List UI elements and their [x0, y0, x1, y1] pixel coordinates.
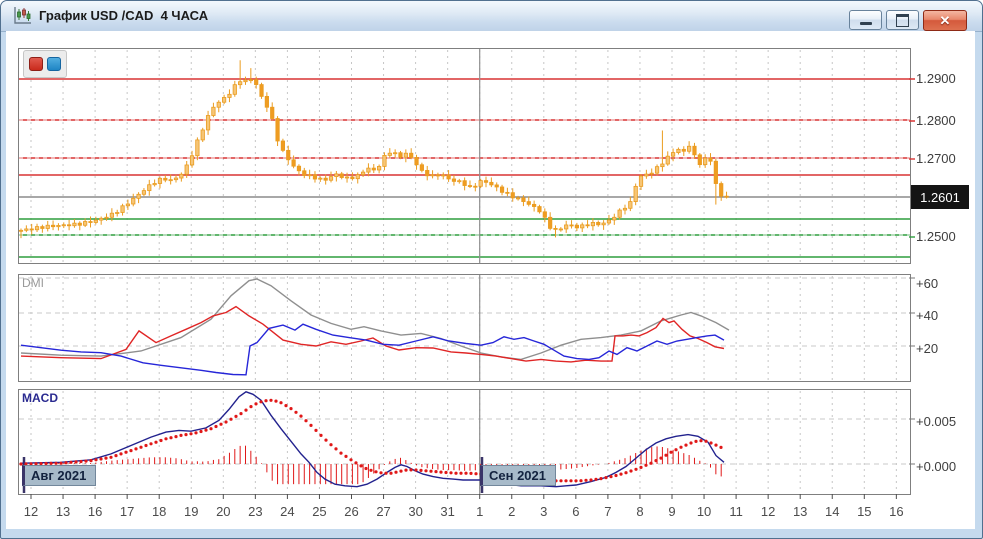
current-price-badge: 1.2601 [911, 185, 969, 209]
close-button[interactable]: ✕ [923, 10, 967, 31]
price-axis-label: 1.2500 [916, 229, 956, 244]
blue-marker-button[interactable] [47, 57, 61, 71]
macd-panel-title: MACD [22, 391, 58, 405]
dmi-axis-label: +60 [916, 276, 938, 291]
x-axis-label: 11 [723, 504, 749, 519]
marker-toolbar [23, 50, 67, 78]
x-axis-label: 30 [403, 504, 429, 519]
maximize-button[interactable] [886, 10, 919, 30]
dmi-indicator-panel[interactable] [18, 274, 911, 382]
minimize-button[interactable] [849, 10, 882, 30]
x-axis-label: 25 [306, 504, 332, 519]
x-axis-label: 12 [18, 504, 44, 519]
x-axis-label: 14 [819, 504, 845, 519]
x-axis-label: 12 [755, 504, 781, 519]
x-axis-label: 8 [627, 504, 653, 519]
x-axis-label: 16 [883, 504, 909, 519]
x-axis-label: 26 [339, 504, 365, 519]
x-axis-label: 1 [467, 504, 493, 519]
x-axis-label: 7 [595, 504, 621, 519]
red-marker-button[interactable] [29, 57, 43, 71]
macd-axis-label: +0.000 [916, 459, 956, 474]
x-axis-label: 17 [114, 504, 140, 519]
maximize-icon [896, 14, 909, 27]
x-axis-label: 16 [82, 504, 108, 519]
macd-indicator-panel[interactable] [18, 389, 911, 495]
price-axis-label: 1.2700 [916, 151, 956, 166]
x-axis-label: 19 [178, 504, 204, 519]
price-chart-panel[interactable] [18, 48, 911, 264]
x-axis-label: 23 [242, 504, 268, 519]
x-axis-label: 20 [210, 504, 236, 519]
candlestick-chart-icon [13, 6, 33, 26]
close-icon: ✕ [940, 14, 951, 27]
title-bar[interactable]: График USD /CAD 4 ЧАСА ✕ [1, 1, 982, 32]
dmi-panel-title: DMI [22, 276, 44, 290]
month-badge-aug: Авг 2021 [22, 465, 96, 486]
dmi-axis-label: +40 [916, 308, 938, 323]
x-axis-label: 6 [563, 504, 589, 519]
x-axis-label: 2 [499, 504, 525, 519]
x-axis-label: 31 [435, 504, 461, 519]
price-axis-label: 1.2900 [916, 71, 956, 86]
x-axis-label: 13 [50, 504, 76, 519]
window-controls: ✕ [849, 10, 967, 31]
minimize-icon [860, 22, 872, 25]
x-axis-label: 3 [531, 504, 557, 519]
window-title: График USD /CAD 4 ЧАСА [39, 8, 208, 23]
price-axis-label: 1.2800 [916, 113, 956, 128]
x-axis-label: 13 [787, 504, 813, 519]
macd-axis-label: +0.005 [916, 414, 956, 429]
x-axis-label: 9 [659, 504, 685, 519]
month-badge-sep: Сен 2021 [480, 465, 556, 486]
chart-window: График USD /CAD 4 ЧАСА ✕ DMI MACD 1.2601… [0, 0, 983, 539]
dmi-axis-label: +20 [916, 341, 938, 356]
x-axis-label: 27 [371, 504, 397, 519]
x-axis-label: 24 [274, 504, 300, 519]
x-axis-label: 18 [146, 504, 172, 519]
x-axis-label: 15 [851, 504, 877, 519]
x-axis-label: 10 [691, 504, 717, 519]
